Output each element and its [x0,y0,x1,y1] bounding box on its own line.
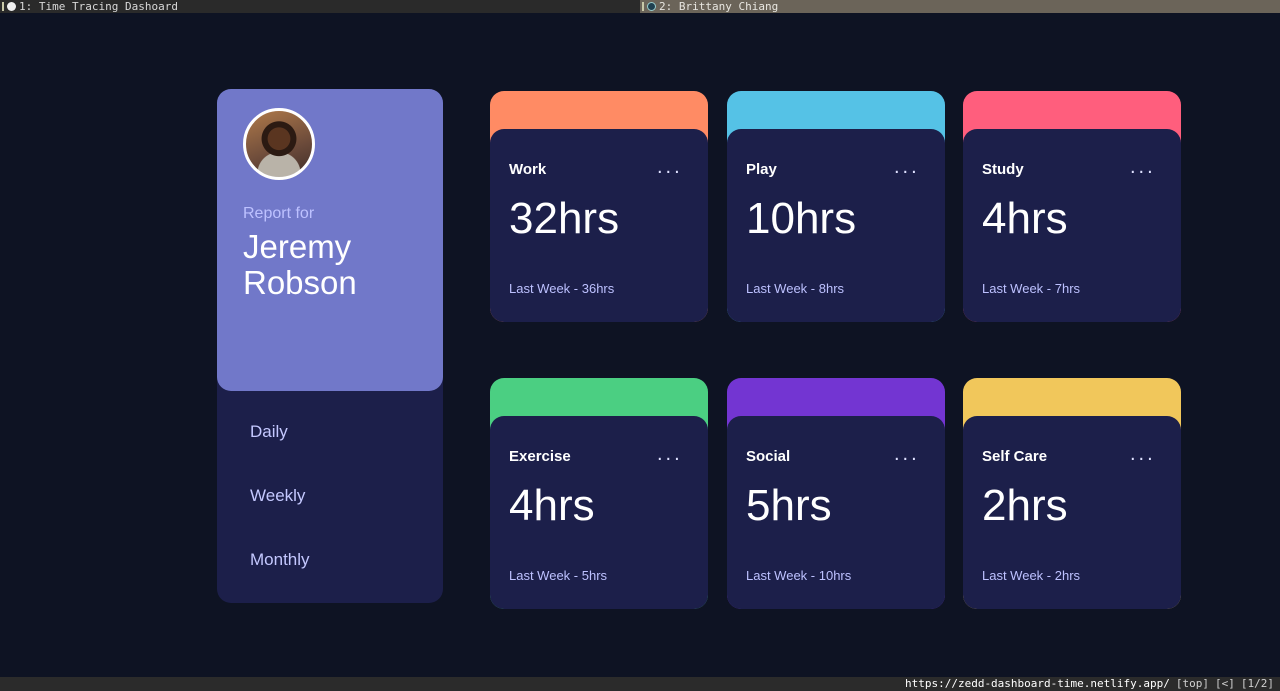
report-for-label: Report for [243,205,315,222]
ellipsis-menu-icon[interactable]: ... [657,157,683,177]
card-previous: Last Week - 8hrs [746,281,845,296]
card-title: Exercise [509,448,571,465]
browser-tab-1[interactable]: 1: Time Tracing Dashoard [0,0,640,13]
profile-name: Jeremy Robson [243,228,357,301]
profile-card: Report for Jeremy Robson Daily Weekly Mo… [217,89,443,603]
timeframe-weekly[interactable]: Weekly [250,486,305,506]
status-nav: [<] [1215,677,1235,690]
card-previous: Last Week - 2hrs [982,568,1081,583]
card-title: Work [509,161,547,178]
activity-card-self-care: Self Care ... 2hrs Last Week - 2hrs [963,378,1181,609]
card-title: Play [746,161,777,178]
card-body: Social ... 5hrs Last Week - 10hrs [727,416,945,609]
ellipsis-menu-icon[interactable]: ... [1130,157,1156,177]
status-url: https://zedd-dashboard-time.netlify.app/ [904,677,1170,690]
activity-card-social: Social ... 5hrs Last Week - 10hrs [727,378,945,609]
card-hours: 2hrs [982,481,1068,530]
card-body: Play ... 10hrs Last Week - 8hrs [727,129,945,322]
timeframe-monthly[interactable]: Monthly [250,550,310,570]
activity-card-study: Study ... 4hrs Last Week - 7hrs [963,91,1181,322]
card-hours: 4hrs [982,194,1068,243]
tab-indicator [2,2,4,11]
browser-status-bar: https://zedd-dashboard-time.netlify.app/… [0,677,1280,691]
card-hours: 32hrs [509,194,620,243]
tab-indicator [642,2,644,11]
card-title: Self Care [982,448,1048,465]
avatar [243,108,315,180]
ellipsis-menu-icon[interactable]: ... [1130,444,1156,464]
card-previous: Last Week - 10hrs [746,568,852,583]
card-hours: 5hrs [746,481,832,530]
activity-card-exercise: Exercise ... 4hrs Last Week - 5hrs [490,378,708,609]
card-previous: Last Week - 7hrs [982,281,1081,296]
card-title: Social [746,448,791,465]
profile-header: Report for Jeremy Robson [217,89,443,391]
activity-card-play: Play ... 10hrs Last Week - 8hrs [727,91,945,322]
card-previous: Last Week - 5hrs [509,568,608,583]
ellipsis-menu-icon[interactable]: ... [894,157,920,177]
activity-card-work: Work ... 32hrs Last Week - 36hrs [490,91,708,322]
timeframe-daily[interactable]: Daily [250,422,288,442]
card-hours: 4hrs [509,481,595,530]
card-previous: Last Week - 36hrs [509,281,615,296]
ellipsis-menu-icon[interactable]: ... [894,444,920,464]
card-body: Exercise ... 4hrs Last Week - 5hrs [490,416,708,609]
card-title: Study [982,161,1024,178]
status-position: [top] [1175,677,1209,690]
tab-label: 2: Brittany Chiang [659,0,779,13]
tab-label: 1: Time Tracing Dashoard [19,0,178,13]
browser-tab-2[interactable]: 2: Brittany Chiang [640,0,1280,13]
ellipsis-menu-icon[interactable]: ... [657,444,683,464]
card-body: Self Care ... 2hrs Last Week - 2hrs [963,416,1181,609]
favicon-icon [647,2,656,11]
card-body: Study ... 4hrs Last Week - 7hrs [963,129,1181,322]
card-body: Work ... 32hrs Last Week - 36hrs [490,129,708,322]
status-pages: [1/2] [1240,677,1274,690]
favicon-icon [7,2,16,11]
card-hours: 10hrs [746,194,857,243]
browser-tab-bar: 1: Time Tracing Dashoard 2: Brittany Chi… [0,0,1280,13]
